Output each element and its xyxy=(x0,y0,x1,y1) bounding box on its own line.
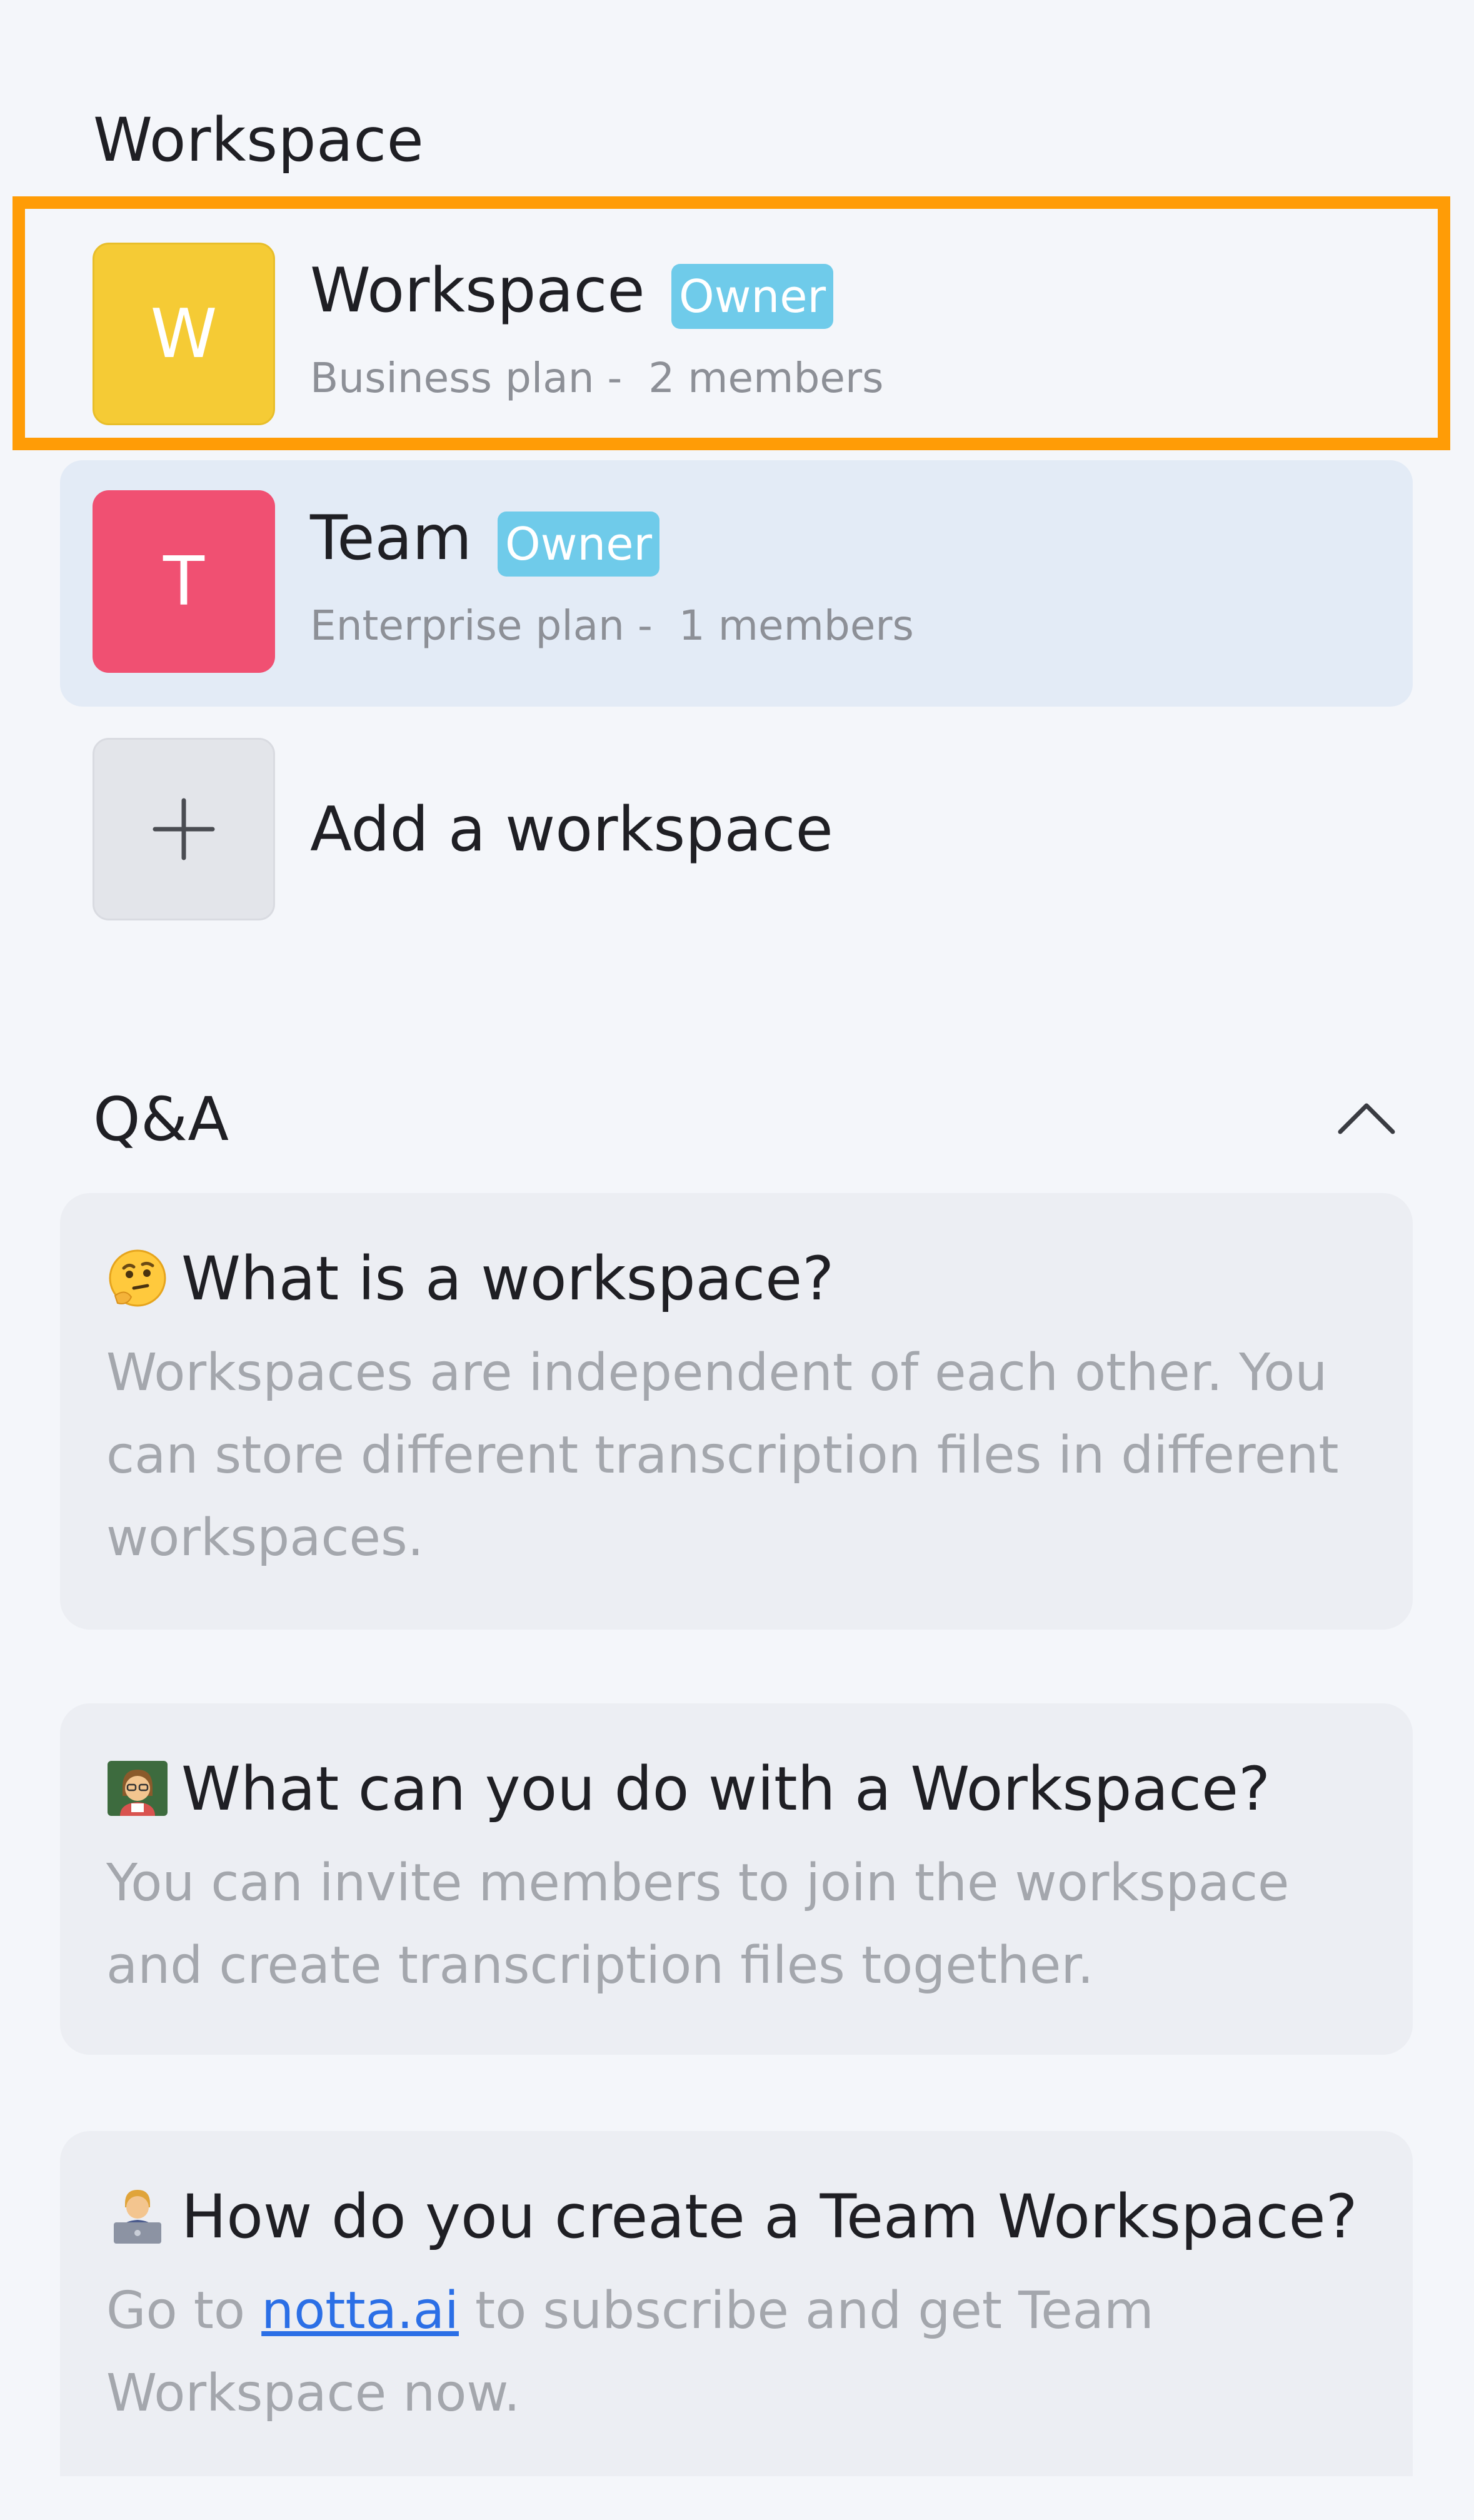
qa-answer: Workspaces are independent of each other… xyxy=(106,1343,1339,1568)
team-name: Team xyxy=(310,503,473,574)
team-plan: Enterprise plan - xyxy=(310,602,653,650)
qa-card-create-team-workspace: How do you create a Team Workspace? Go t… xyxy=(60,2131,1413,2520)
bottom-fade xyxy=(0,2476,1474,2520)
workspace-meta: Business plan - 2 members xyxy=(310,358,883,399)
add-workspace-label: Add a workspace xyxy=(310,794,833,865)
chevron-up-icon[interactable] xyxy=(1335,1096,1398,1139)
workspace-avatar-initial: W xyxy=(150,295,218,373)
team-avatar: T xyxy=(93,490,275,673)
add-workspace-button[interactable]: Add a workspace xyxy=(60,708,1413,954)
teacher-icon xyxy=(108,1761,168,1816)
qa-answer: You can invite members to join the works… xyxy=(106,1853,1290,1995)
plus-icon xyxy=(153,798,215,860)
qa-card-what-is-workspace: What is a workspace? Workspaces are inde… xyxy=(60,1193,1413,1630)
qa-answer-prefix: Go to xyxy=(106,2281,262,2341)
qa-question: What is a workspace? xyxy=(181,1244,835,1314)
owner-badge: Owner xyxy=(671,264,834,329)
qa-question-row: How do you create a Team Workspace? xyxy=(106,2176,1366,2257)
qa-question-row: What is a workspace? xyxy=(106,1238,1366,1319)
workspace-name: Workspace xyxy=(310,255,645,326)
qa-card-what-can-you-do: What can you do with a Workspace? You ca… xyxy=(60,1703,1413,2055)
team-meta: Enterprise plan - 1 members xyxy=(310,605,914,647)
qa-question: How do you create a Team Workspace? xyxy=(181,2182,1358,2252)
add-workspace-tile xyxy=(93,738,275,920)
notta-link[interactable]: notta.ai xyxy=(261,2281,459,2341)
workspace-section-title: Workspace xyxy=(93,105,424,175)
team-members: 1 members xyxy=(678,602,914,650)
workspace-item-team[interactable]: T Team Owner Enterprise plan - 1 members xyxy=(60,460,1413,707)
thinking-face-icon xyxy=(109,1249,166,1307)
team-avatar-initial: T xyxy=(163,542,204,621)
owner-badge: Owner xyxy=(498,512,660,577)
workspace-item-workspace[interactable]: W Workspace Owner Business plan - 2 memb… xyxy=(60,213,1413,459)
qa-section-title: Q&A xyxy=(93,1084,229,1154)
qa-question-row: What can you do with a Workspace? xyxy=(106,1748,1366,1830)
workspace-members: 2 members xyxy=(648,354,884,402)
technologist-icon xyxy=(114,2190,161,2244)
workspace-avatar: W xyxy=(93,243,275,425)
qa-answer: Go to notta.ai to subscribe and get Team… xyxy=(106,2270,1366,2435)
qa-question: What can you do with a Workspace? xyxy=(181,1754,1271,1824)
workspace-plan: Business plan - xyxy=(310,354,623,402)
